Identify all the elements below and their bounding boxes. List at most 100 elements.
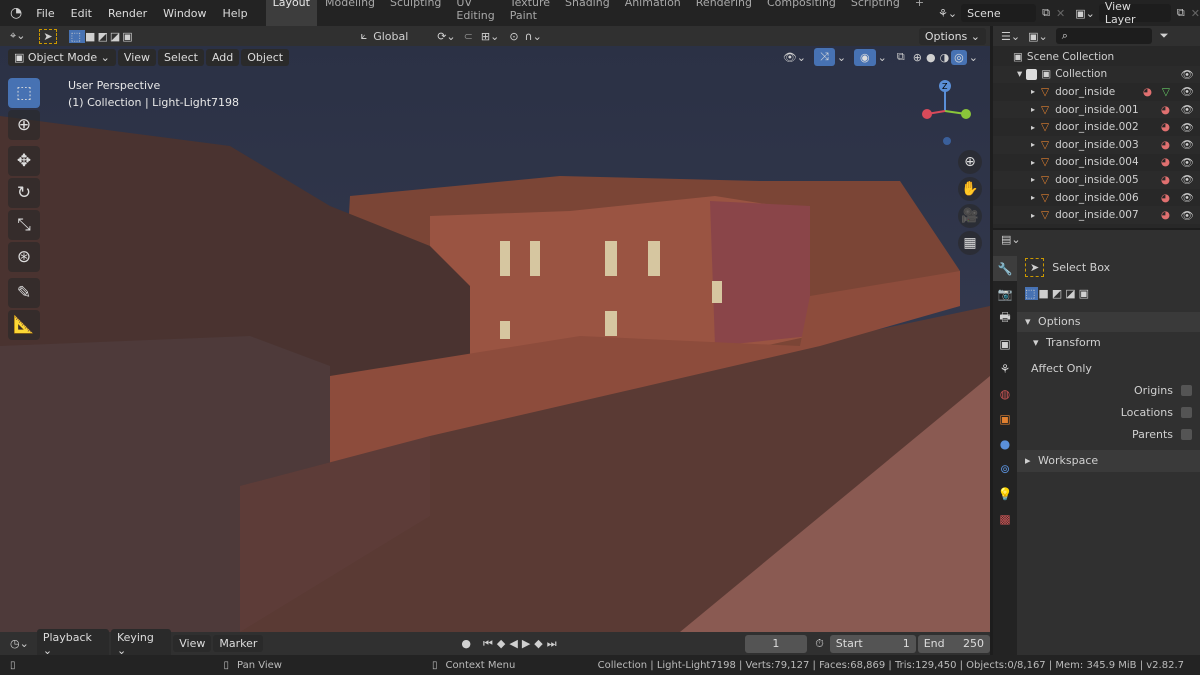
- menu-render[interactable]: Render: [100, 7, 155, 20]
- active-tool-icon[interactable]: ➤: [39, 28, 57, 44]
- navigation-gizmo[interactable]: Z: [915, 78, 975, 148]
- menu-view-timeline[interactable]: View: [173, 635, 212, 652]
- start-frame-field[interactable]: Start 1: [829, 634, 916, 653]
- rotate-tool-icon[interactable]: ↻: [8, 178, 40, 208]
- eye-icon[interactable]: 👁: [1181, 121, 1194, 134]
- scene-tab-icon[interactable]: ⚘: [993, 356, 1017, 381]
- parents-checkbox[interactable]: [1181, 429, 1192, 440]
- new-view-layer-icon[interactable]: ⧉: [1177, 6, 1185, 20]
- mode-dropdown[interactable]: ▣ Object Mode ⌄: [8, 48, 116, 66]
- tab-layout[interactable]: Layout: [265, 0, 317, 26]
- delete-view-layer-icon[interactable]: ✕: [1191, 7, 1200, 20]
- snap-target-icon[interactable]: ⊞⌄: [481, 30, 499, 43]
- locations-option[interactable]: Locations: [1121, 406, 1192, 419]
- expand-icon[interactable]: ▾: [1017, 68, 1022, 80]
- tab-modeling[interactable]: Modeling: [318, 0, 382, 26]
- select-box-tool-icon[interactable]: ⬚: [8, 78, 40, 108]
- material-icon[interactable]: ◕: [1161, 139, 1170, 151]
- selection-mode-icons[interactable]: ⬚ ■◩◪▣: [68, 29, 135, 43]
- object-tab-icon[interactable]: ▣: [993, 406, 1017, 431]
- filter-layer-icon[interactable]: ▣⌄: [1028, 30, 1048, 43]
- tab-compositing[interactable]: Compositing: [760, 0, 843, 26]
- visibility-icon[interactable]: 👁⌄: [783, 51, 806, 64]
- menu-keying[interactable]: Keying ⌄: [110, 628, 172, 659]
- 3d-viewport[interactable]: [0, 46, 990, 632]
- eye-icon[interactable]: 👁: [1181, 138, 1194, 151]
- outliner-item[interactable]: ▸ ▽ door_inside ▽ ◕ 👁: [993, 83, 1200, 101]
- gizmo-toggle-icon[interactable]: ⤨: [814, 48, 835, 66]
- expand-icon[interactable]: ▸: [1031, 140, 1035, 149]
- material-icon[interactable]: ◕: [1161, 192, 1170, 204]
- new-scene-icon[interactable]: ⧉: [1042, 6, 1050, 20]
- eye-icon[interactable]: 👁: [1181, 103, 1194, 116]
- expand-icon[interactable]: ▸: [1031, 105, 1035, 114]
- menu-edit[interactable]: Edit: [63, 7, 100, 20]
- eye-icon[interactable]: 👁: [1181, 85, 1194, 98]
- outliner-item[interactable]: ▸ ▽ door_inside.005 ◕ 👁: [993, 171, 1200, 189]
- add-workspace-button[interactable]: +: [908, 0, 931, 26]
- menu-marker[interactable]: Marker: [213, 635, 264, 652]
- scale-tool-icon[interactable]: ⤡: [8, 210, 40, 240]
- perspective-grid-icon[interactable]: ▦: [958, 231, 982, 255]
- orientation-dropdown[interactable]: Global: [373, 30, 423, 43]
- pivot-icon[interactable]: ⟳⌄: [437, 30, 455, 43]
- timeline-type-icon[interactable]: ◷⌄: [10, 637, 29, 650]
- menu-object[interactable]: Object: [241, 48, 290, 66]
- pan-hand-icon[interactable]: ✋: [958, 177, 982, 201]
- material-icon[interactable]: ◕: [1161, 156, 1170, 168]
- gizmo-dropdown-icon[interactable]: ⌄: [837, 51, 846, 64]
- falloff-icon[interactable]: ∩⌄: [525, 30, 542, 43]
- view-layer-icon[interactable]: ▣⌄: [1075, 7, 1095, 20]
- collection-row[interactable]: ▾ ▣ Collection 👁: [993, 65, 1200, 84]
- expand-icon[interactable]: ▸: [1031, 87, 1035, 96]
- tab-uv-editing[interactable]: UV Editing: [449, 0, 501, 26]
- origins-option[interactable]: Origins: [1134, 384, 1192, 397]
- menu-window[interactable]: Window: [155, 7, 214, 20]
- filter-icon[interactable]: ⏷: [1160, 29, 1169, 43]
- tab-shading[interactable]: Shading: [558, 0, 617, 26]
- properties-type-icon[interactable]: ▤⌄: [1001, 233, 1021, 246]
- select-box-icon[interactable]: ➤: [1025, 258, 1045, 277]
- menu-add[interactable]: Add: [205, 48, 240, 66]
- material-icon[interactable]: ◕: [1161, 104, 1170, 116]
- cursor-tool-icon[interactable]: ⊕: [8, 110, 40, 140]
- texture-tab-icon[interactable]: ▩: [993, 506, 1017, 531]
- eye-icon[interactable]: 👁: [1181, 209, 1194, 222]
- record-icon[interactable]: ●: [461, 637, 471, 650]
- eye-icon[interactable]: 👁: [1181, 173, 1194, 186]
- move-tool-icon[interactable]: ✥: [8, 146, 40, 176]
- view-layer-field[interactable]: View Layer: [1098, 0, 1171, 26]
- tab-scripting[interactable]: Scripting: [844, 0, 907, 26]
- view-layer-tab-icon[interactable]: ▣: [993, 331, 1017, 356]
- output-tab-icon[interactable]: 🖶: [993, 306, 1017, 331]
- outliner-item[interactable]: ▸ ▽ door_inside.002 ◕ 👁: [993, 118, 1200, 136]
- expand-icon[interactable]: ▸: [1031, 193, 1035, 202]
- annotate-tool-icon[interactable]: ✎: [8, 278, 40, 308]
- shading-solid-icon[interactable]: ●: [926, 51, 936, 64]
- workspace-panel-header[interactable]: ▸ Workspace: [1017, 450, 1200, 472]
- collection-checkbox[interactable]: [1026, 68, 1038, 80]
- expand-icon[interactable]: ▸: [1031, 123, 1035, 132]
- current-frame-field[interactable]: 1: [744, 634, 808, 653]
- material-icon[interactable]: ◕: [1143, 86, 1152, 98]
- menu-select[interactable]: Select: [158, 48, 204, 66]
- material-icon[interactable]: ◕: [1161, 121, 1170, 133]
- physics-tab-icon[interactable]: ⊚: [993, 456, 1017, 481]
- mesh-data-icon[interactable]: ▽: [1162, 86, 1170, 98]
- light-data-tab-icon[interactable]: 💡: [993, 481, 1017, 506]
- measure-tool-icon[interactable]: 📐: [8, 310, 40, 340]
- camera-icon[interactable]: 🎥: [958, 204, 982, 228]
- tab-animation[interactable]: Animation: [618, 0, 688, 26]
- editor-type-icon[interactable]: ⌖⌄: [10, 29, 25, 43]
- playback-controls[interactable]: ⏮◆◀▶◆⏭: [483, 637, 561, 651]
- transform-subpanel-header[interactable]: ▾ Transform: [1033, 336, 1101, 349]
- menu-playback[interactable]: Playback ⌄: [36, 628, 109, 659]
- material-icon[interactable]: ◕: [1161, 209, 1170, 221]
- material-icon[interactable]: ◕: [1161, 174, 1170, 186]
- stopwatch-icon[interactable]: ⏱: [815, 637, 824, 651]
- select-mode-icons[interactable]: ⬚■◩◪▣: [1025, 287, 1092, 300]
- menu-view[interactable]: View: [117, 48, 157, 66]
- blender-logo-icon[interactable]: ◔: [0, 5, 28, 21]
- origins-checkbox[interactable]: [1181, 385, 1192, 396]
- expand-icon[interactable]: ▸: [1031, 175, 1035, 184]
